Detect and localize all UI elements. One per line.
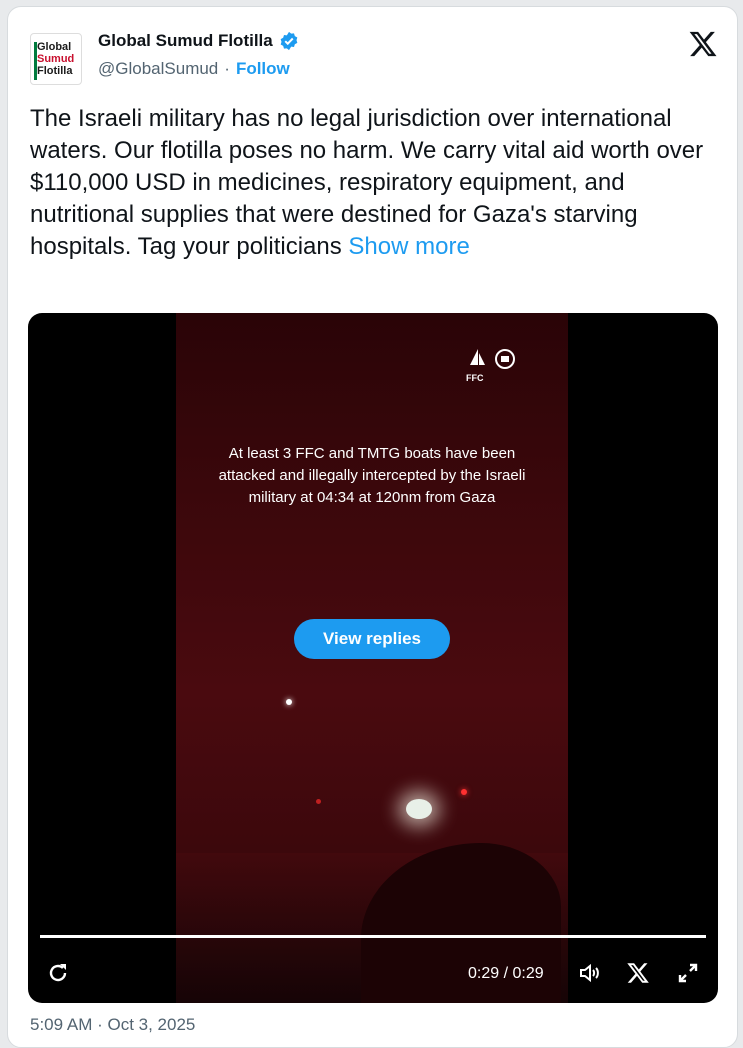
handle[interactable]: @GlobalSumud <box>98 59 218 79</box>
video-time: 0:29 / 0:29 <box>468 965 544 982</box>
sail-icon <box>470 349 485 365</box>
tweet-timestamp[interactable]: 5:09 AM · Oct 3, 2025 <box>30 1015 195 1035</box>
ffc-logo-text: FFC <box>466 373 484 383</box>
avatar[interactable]: Global Sumud Flotilla <box>30 33 82 85</box>
avatar-stripe <box>34 42 37 80</box>
name-row: Global Sumud Flotilla <box>98 31 299 51</box>
handle-row: @GlobalSumud · Follow <box>98 59 290 79</box>
tweet-text: The Israeli military has no legal jurisd… <box>30 103 720 263</box>
replay-icon[interactable] <box>46 961 70 985</box>
fullscreen-icon[interactable] <box>676 961 700 985</box>
video-light <box>461 789 467 795</box>
video-light <box>406 799 432 819</box>
avatar-line-1: Global <box>37 41 72 53</box>
show-more-link[interactable]: Show more <box>348 233 469 260</box>
tweet-header: Global Sumud Flotilla Global Sumud Floti… <box>30 29 720 89</box>
video-overlay-text: At least 3 FFC and TMTG boats have been … <box>218 445 526 506</box>
ffc-logo: FFC <box>466 347 517 383</box>
avatar-line-2: Sumud <box>37 53 75 65</box>
avatar-line-3: Flotilla <box>37 65 73 77</box>
x-logo-icon[interactable] <box>626 961 650 985</box>
verified-badge-icon <box>280 31 298 51</box>
display-name[interactable]: Global Sumud Flotilla <box>98 31 273 51</box>
x-logo-icon[interactable] <box>688 29 718 59</box>
video-controls: 0:29 / 0:29 <box>28 953 718 993</box>
video-progress-bar[interactable] <box>40 935 706 938</box>
globe-emblem-icon <box>494 349 515 369</box>
video-light <box>286 699 292 705</box>
follow-button[interactable]: Follow <box>236 59 290 79</box>
video-light <box>316 799 321 804</box>
separator: · <box>224 59 230 78</box>
view-replies-button[interactable]: View replies <box>294 619 450 659</box>
volume-icon[interactable] <box>578 961 602 985</box>
tweet-card: Global Sumud Flotilla Global Sumud Floti… <box>7 6 738 1048</box>
video-player[interactable]: FFC At least 3 FFC and TMTG boats have b… <box>28 313 718 1003</box>
